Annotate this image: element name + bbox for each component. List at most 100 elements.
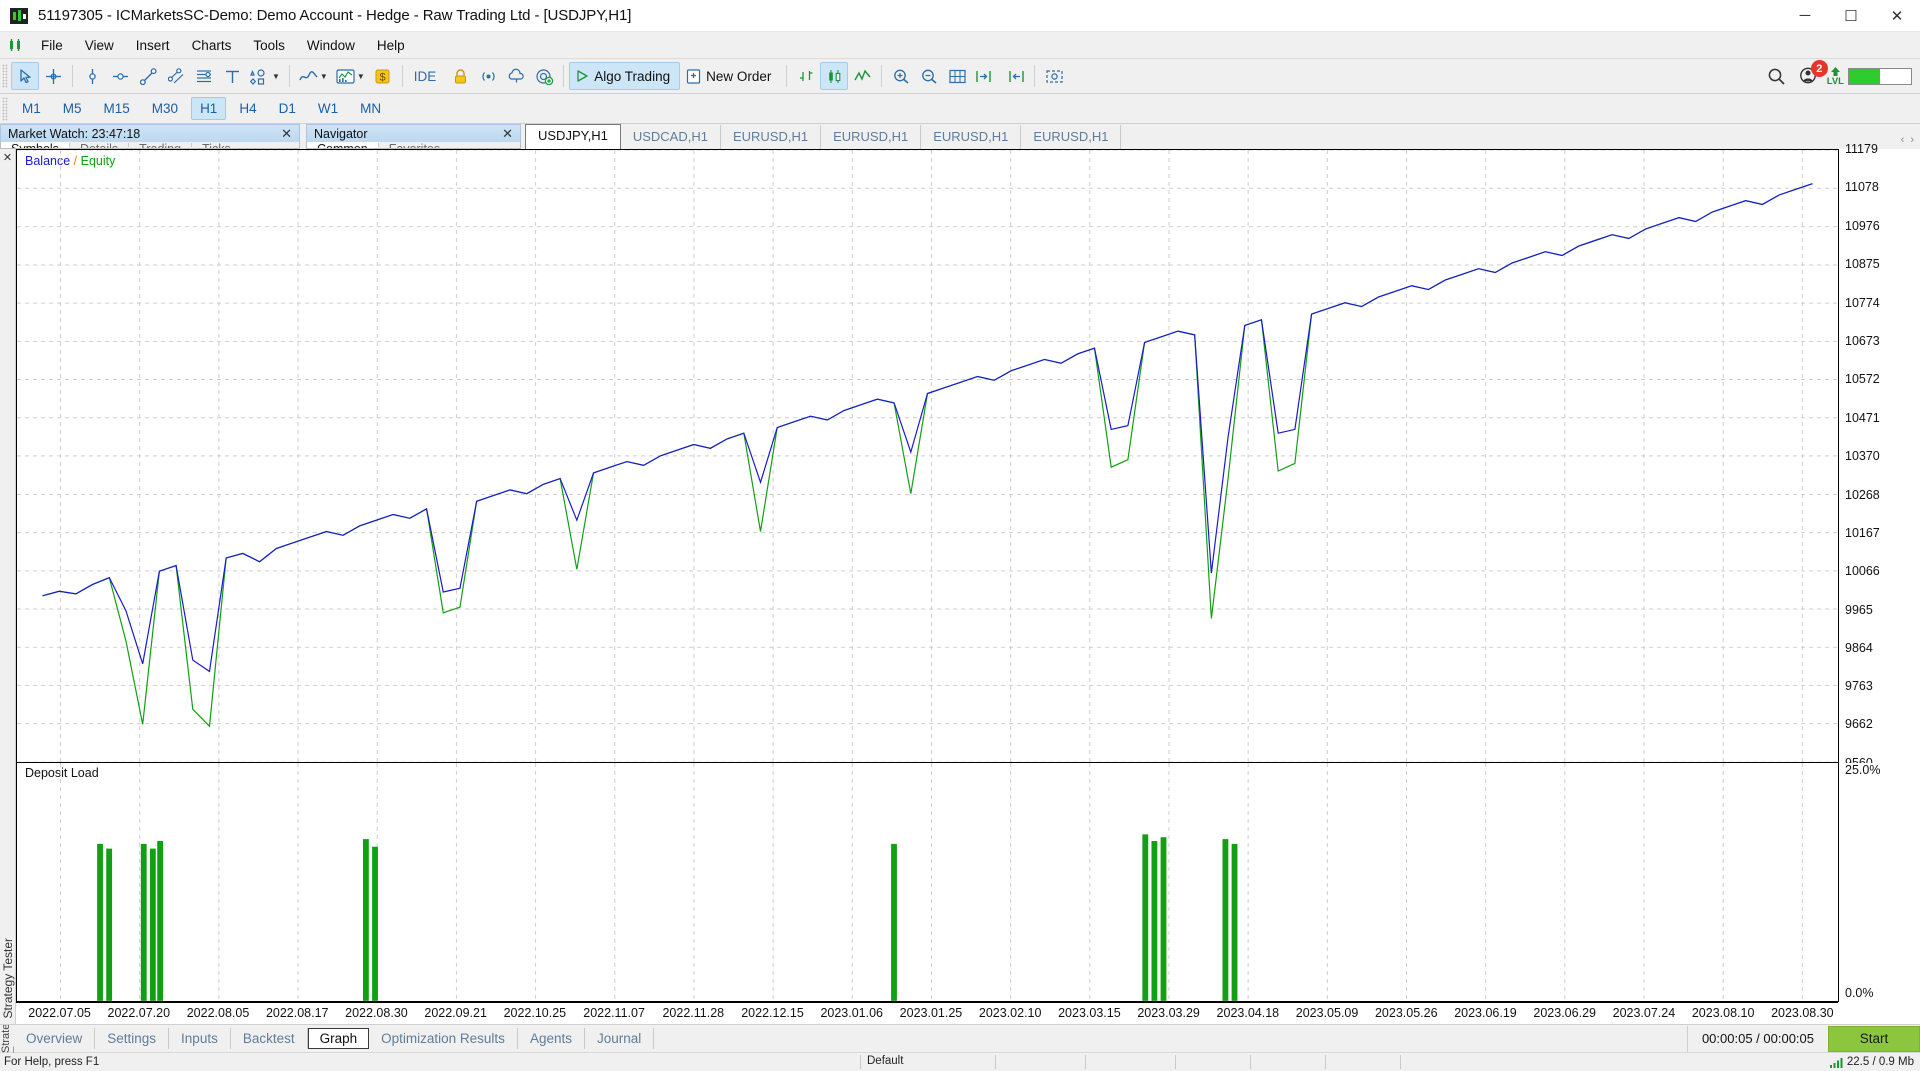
lvl-icon[interactable]: LVL	[1827, 66, 1844, 87]
screenshot-icon[interactable]	[1040, 62, 1068, 90]
bar-chart-icon[interactable]	[792, 62, 820, 90]
grid-icon[interactable]	[943, 62, 971, 90]
timeframe-mn[interactable]: MN	[351, 97, 390, 120]
strategy-tester-tabbar: Strategy Tester Overview Settings Inputs…	[0, 1024, 1920, 1052]
menu-tools[interactable]: Tools	[242, 35, 296, 56]
indicators-chevron-down-icon[interactable]: ▼	[357, 72, 365, 81]
tester-tab-settings[interactable]: Settings	[95, 1028, 169, 1049]
horizontal-line-icon[interactable]	[106, 62, 134, 90]
subtab-common[interactable]: Common	[307, 142, 378, 148]
graph-rows: Balance / Equity Deposit Load 111791107	[16, 149, 1920, 1002]
toolbar-separator-7	[1034, 65, 1035, 87]
line-chart-icon[interactable]	[848, 62, 876, 90]
market-watch-panel: Market Watch: 23:47:18 ✕ Symbols Details…	[0, 124, 300, 149]
x-axis-tick: 2023.08.10	[1692, 1006, 1755, 1020]
zoom-out-icon[interactable]	[915, 62, 943, 90]
toolbar-grip[interactable]	[2, 64, 8, 88]
menu-window[interactable]: Window	[296, 35, 366, 56]
tester-tab-graph[interactable]: Graph	[308, 1028, 370, 1049]
tester-tab-journal[interactable]: Journal	[585, 1028, 654, 1049]
navigator-close-icon[interactable]: ✕	[499, 126, 516, 142]
minimize-button[interactable]: ─	[1782, 0, 1828, 32]
tester-close-icon[interactable]: ✕	[3, 151, 12, 164]
navigator-title: Navigator	[314, 127, 368, 141]
expand-right-icon[interactable]	[971, 62, 1000, 90]
timeframe-d1[interactable]: D1	[270, 97, 305, 120]
timeframe-w1[interactable]: W1	[309, 97, 347, 120]
navigator-header[interactable]: Navigator ✕	[306, 124, 521, 142]
tester-tab-overview[interactable]: Overview	[14, 1028, 95, 1049]
timeframe-m5[interactable]: M5	[54, 97, 91, 120]
currency-icon[interactable]: $	[369, 62, 397, 90]
metatrader-window: 51197305 - ICMarketsSC-Demo: Demo Accoun…	[0, 0, 1920, 1071]
indicators-icon[interactable]: ▼	[332, 62, 369, 90]
graph-plot-column: Balance / Equity Deposit Load	[16, 149, 1838, 1002]
crosshair-icon[interactable]	[39, 62, 67, 90]
cursor-icon[interactable]	[11, 62, 39, 90]
close-button[interactable]: ✕	[1874, 0, 1920, 32]
market-watch-close-icon[interactable]: ✕	[278, 126, 295, 142]
cloud-icon[interactable]	[502, 62, 530, 90]
chart-tab-eurusd-h1-3[interactable]: EURUSD,H1	[921, 125, 1021, 149]
lock-icon[interactable]	[446, 62, 474, 90]
balance-equity-plot[interactable]: Balance / Equity	[16, 149, 1838, 763]
collapse-left-icon[interactable]	[1000, 62, 1029, 90]
tester-tab-agents[interactable]: Agents	[518, 1028, 585, 1049]
subtab-details[interactable]: Details	[70, 142, 128, 148]
connection-strength-bar[interactable]	[1848, 68, 1912, 85]
text-tool-icon[interactable]	[218, 62, 246, 90]
account-icon[interactable]: 2	[1795, 62, 1823, 90]
status-cell-6	[1400, 1055, 1475, 1069]
subtab-ticks[interactable]: Ticks	[192, 142, 241, 148]
start-button[interactable]: Start	[1828, 1026, 1920, 1052]
timeframe-m1[interactable]: M1	[13, 97, 50, 120]
shapes-chevron-down-icon[interactable]: ▼	[272, 72, 280, 81]
channel-icon[interactable]	[162, 62, 190, 90]
chart-tab-prev-icon[interactable]: ‹	[1901, 134, 1905, 146]
search-icon[interactable]	[1763, 62, 1791, 90]
vertical-line-icon[interactable]	[78, 62, 106, 90]
zoom-in-icon[interactable]	[887, 62, 915, 90]
chart-tab-next-icon[interactable]: ›	[1910, 134, 1914, 146]
trendline-icon[interactable]	[134, 62, 162, 90]
timeframe-m15[interactable]: M15	[95, 97, 139, 120]
chart-type-chevron-down-icon[interactable]: ▼	[320, 72, 328, 81]
graph-canvas-column: Balance / Equity Deposit Load 111791107	[16, 149, 1920, 1024]
tester-tab-optimization-results[interactable]: Optimization Results	[369, 1028, 518, 1049]
chart-tab-usdjpy-h1[interactable]: USDJPY,H1	[525, 124, 621, 149]
chart-tab-eurusd-h1-4[interactable]: EURUSD,H1	[1021, 125, 1121, 149]
menu-charts[interactable]: Charts	[181, 35, 243, 56]
menu-file[interactable]: File	[30, 35, 74, 56]
shapes-icon[interactable]: ▼	[246, 62, 284, 90]
chart-tab-eurusd-h1-2[interactable]: EURUSD,H1	[821, 125, 921, 149]
chart-tab-usdcad-h1[interactable]: USDCAD,H1	[621, 125, 721, 149]
toolbar-right-group: 2 LVL	[1763, 62, 1920, 90]
market-watch-subtabs: Symbols Details Trading Ticks	[0, 142, 300, 149]
fibonacci-icon[interactable]	[190, 62, 218, 90]
market-watch-header[interactable]: Market Watch: 23:47:18 ✕	[0, 124, 300, 142]
deposit-load-plot[interactable]: Deposit Load	[16, 763, 1838, 1002]
menu-insert[interactable]: Insert	[125, 35, 181, 56]
candlestick-chart-icon[interactable]	[820, 62, 848, 90]
algo-trading-label: Algo Trading	[594, 69, 670, 84]
menu-help[interactable]: Help	[366, 35, 416, 56]
vps-icon[interactable]	[530, 62, 558, 90]
chart-tab-eurusd-h1-1[interactable]: EURUSD,H1	[721, 125, 821, 149]
algo-trading-button[interactable]: Algo Trading	[569, 62, 680, 90]
signals-icon[interactable]	[474, 62, 502, 90]
timeframe-grip[interactable]	[2, 97, 8, 121]
tester-tab-inputs[interactable]: Inputs	[169, 1028, 231, 1049]
subtab-favorites[interactable]: Favorites	[379, 142, 450, 148]
new-order-button[interactable]: New Order	[680, 62, 781, 90]
maximize-button[interactable]: ☐	[1828, 0, 1874, 32]
ide-button[interactable]: IDE	[408, 62, 447, 90]
tester-tab-backtest[interactable]: Backtest	[231, 1028, 308, 1049]
timeframe-h4[interactable]: H4	[230, 97, 265, 120]
subtab-symbols[interactable]: Symbols	[1, 142, 69, 148]
chart-type-icon[interactable]: ▼	[295, 62, 332, 90]
timeframe-m30[interactable]: M30	[143, 97, 187, 120]
timeframe-h1[interactable]: H1	[191, 97, 226, 120]
x-axis-tick: 2022.07.05	[28, 1006, 91, 1020]
subtab-trading[interactable]: Trading	[129, 142, 191, 148]
menu-view[interactable]: View	[74, 35, 125, 56]
